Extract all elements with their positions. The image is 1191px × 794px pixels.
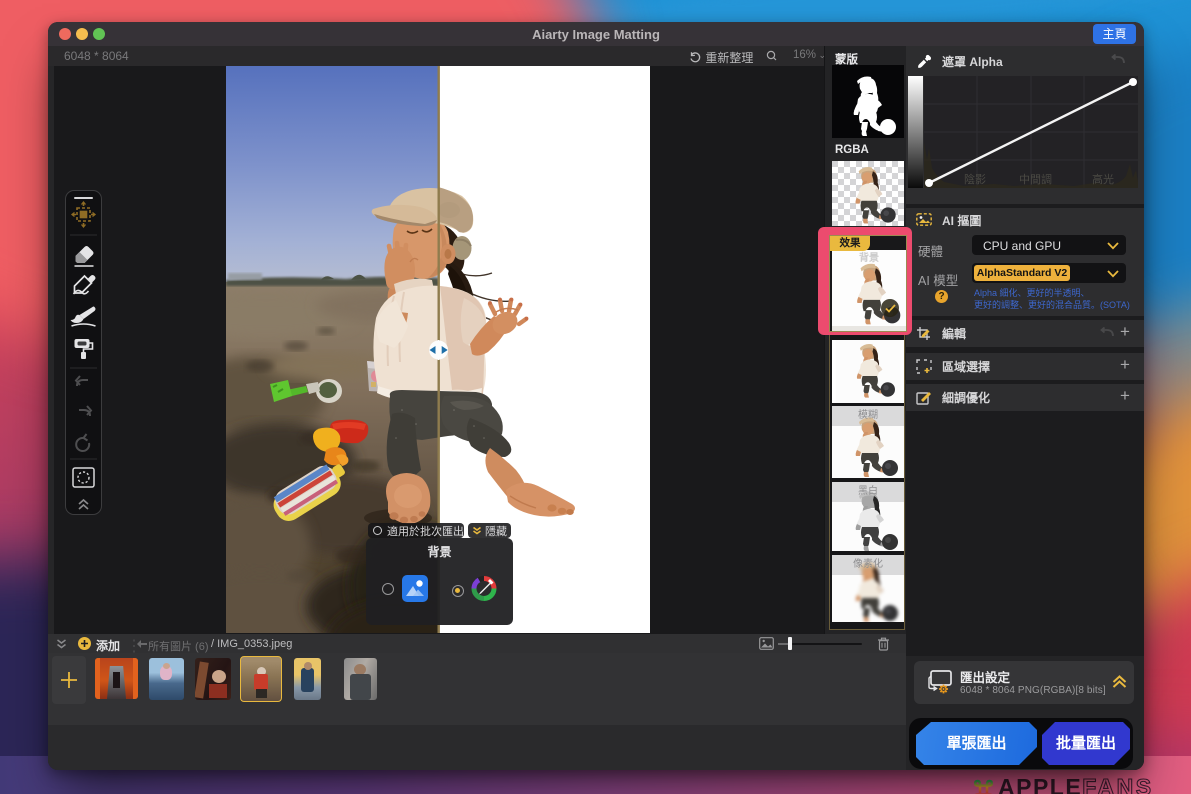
- svg-text:像素化: 像素化: [853, 557, 883, 570]
- svg-text:背景: 背景: [859, 251, 879, 264]
- svg-text:中間調: 中間調: [1019, 172, 1052, 186]
- svg-text:黑白: 黑白: [858, 484, 878, 497]
- svg-text:陰影: 陰影: [964, 172, 986, 186]
- svg-text:模糊: 模糊: [858, 408, 878, 421]
- svg-text:高光: 高光: [1092, 172, 1114, 186]
